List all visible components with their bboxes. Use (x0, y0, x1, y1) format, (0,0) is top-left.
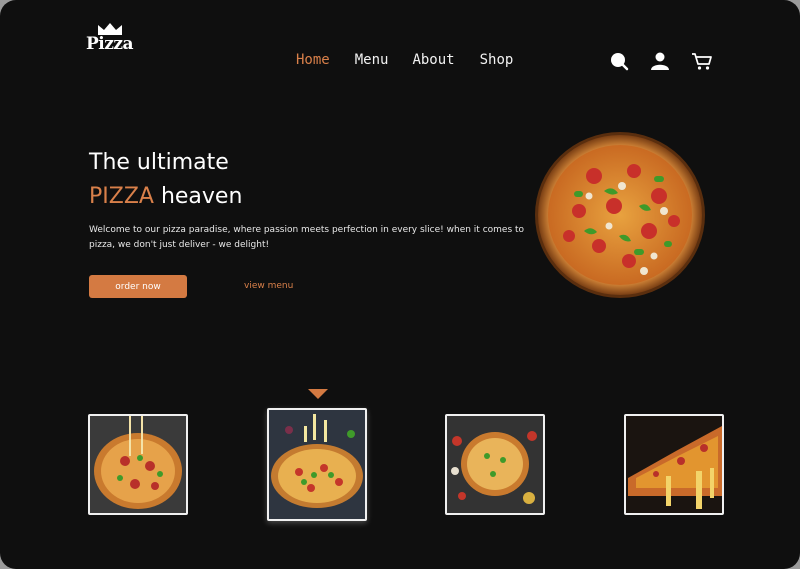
nav-item-about[interactable]: About (412, 52, 454, 68)
hero-title-rest: heaven (153, 184, 243, 209)
cart-icon[interactable] (691, 51, 713, 71)
gallery-thumb-1[interactable] (88, 414, 188, 515)
user-icon[interactable] (650, 51, 670, 71)
hero-title-accent: PIZZA (89, 184, 154, 209)
nav-item-menu[interactable]: Menu (355, 52, 389, 68)
order-now-button[interactable]: order now (89, 275, 187, 298)
page: Pizza Home Menu About Shop The ultimate … (0, 0, 800, 569)
pizza-thumb-image (447, 416, 543, 513)
view-menu-link[interactable]: view menu (244, 281, 293, 291)
nav-item-home[interactable]: Home (296, 52, 330, 68)
pizza-thumb-image (626, 416, 722, 513)
selected-indicator-icon (308, 389, 328, 399)
gallery-thumb-2[interactable] (267, 408, 367, 521)
hero-title: The ultimate (89, 150, 229, 175)
hero-subtitle: PIZZA heaven (89, 184, 242, 209)
hero-description: Welcome to our pizza paradise, where pas… (89, 225, 525, 250)
hero-pizza-image (535, 132, 705, 298)
gallery-thumb-3[interactable] (445, 414, 545, 515)
pizza-thumb-image (90, 416, 186, 513)
nav-item-shop[interactable]: Shop (480, 52, 514, 68)
main-nav: Home Menu About Shop (296, 52, 538, 68)
logo-text: Pizza (86, 34, 134, 54)
pizza-thumb-image (269, 410, 365, 519)
brand-logo[interactable]: Pizza (86, 22, 134, 58)
search-icon[interactable] (609, 51, 629, 71)
gallery-thumb-4[interactable] (624, 414, 724, 515)
